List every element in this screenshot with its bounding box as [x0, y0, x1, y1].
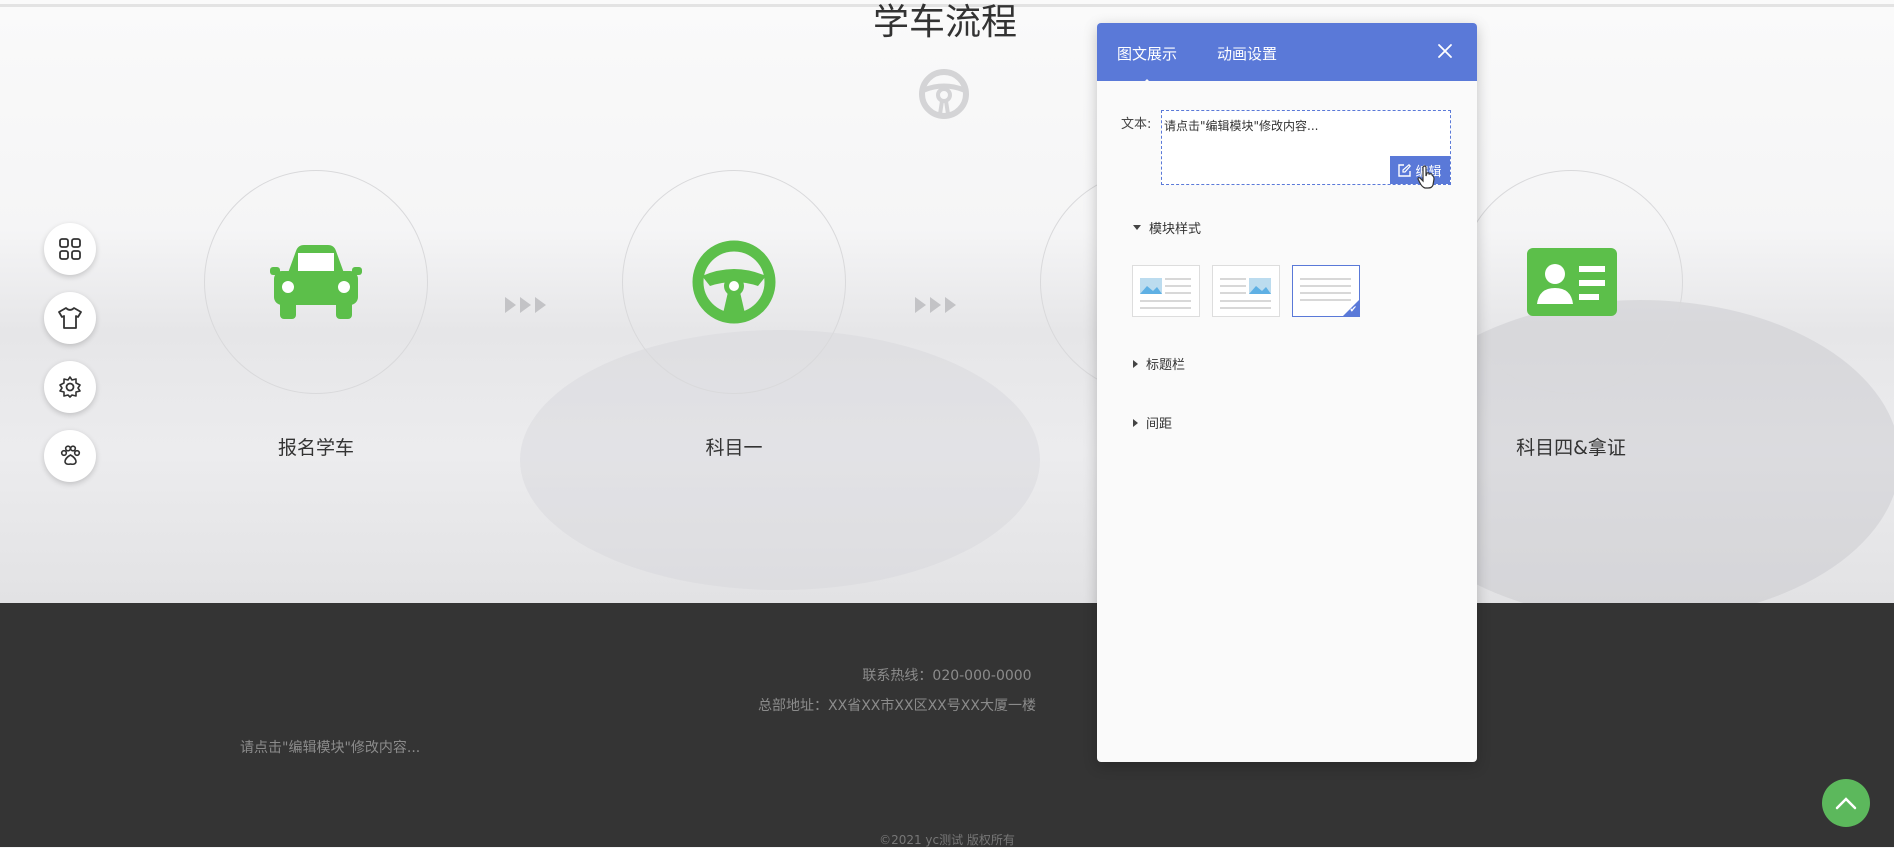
step-label: 科目一: [705, 437, 763, 459]
footer-edit-hint: 请点击"编辑模块"修改内容...: [240, 740, 421, 756]
style-option-text-only[interactable]: ✔: [1292, 265, 1360, 317]
chevron-up-icon: [1835, 797, 1857, 810]
panel-header: 图文展示 动画设置: [1097, 23, 1477, 86]
close-icon[interactable]: [1437, 43, 1453, 59]
toolbar-settings-button[interactable]: [44, 361, 96, 413]
check-icon: ✔: [1349, 305, 1357, 315]
title-bar-label: 标题栏: [1146, 358, 1186, 373]
style-option-image-left[interactable]: [1132, 265, 1200, 317]
back-to-top-button[interactable]: [1822, 779, 1870, 827]
footer-address: 总部地址：XX省XX市XX区XX号XX大厦一楼: [758, 698, 1036, 714]
image-right-layout-icon: [1220, 278, 1271, 309]
footer-copyright: ©2021 yc测试 版权所有: [879, 833, 1015, 847]
step-arrows: [505, 297, 546, 313]
process-section: 学车流程 报名学车 科目一 科目四&拿证: [0, 0, 1894, 603]
text-field-label: 文本:: [1121, 117, 1152, 132]
tab-image-text[interactable]: 图文展示: [1117, 43, 1177, 86]
grid-icon: [59, 238, 81, 260]
caret-right-icon: [1133, 359, 1138, 368]
section-title: 学车流程: [872, 2, 1017, 43]
text-content-value: 请点击"编辑模块"修改内容...: [1164, 119, 1319, 133]
id-card-icon: [1527, 248, 1617, 316]
spacing-toggle[interactable]: 间距: [1133, 413, 1172, 432]
footer-hotline: 联系热线：020-000-0000: [862, 668, 1032, 684]
module-style-toggle[interactable]: 模块样式: [1133, 218, 1201, 237]
paw-icon: [60, 445, 81, 466]
hand-cursor-icon: [1417, 165, 1435, 189]
style-option-image-right[interactable]: [1212, 265, 1280, 317]
image-left-layout-icon: [1140, 278, 1191, 309]
tab-animation[interactable]: 动画设置: [1217, 43, 1277, 64]
caret-right-icon: [1133, 418, 1138, 427]
car-icon: [270, 245, 362, 319]
edit-icon: [1398, 163, 1412, 177]
shirt-icon: [58, 307, 82, 329]
text-content-box[interactable]: 请点击"编辑模块"修改内容... 编辑: [1161, 110, 1451, 185]
steering-wheel-icon: [919, 69, 969, 119]
footer: 联系热线：020-000-0000 总部地址：XX省XX市XX区XX号XX大厦一…: [0, 603, 1894, 847]
module-style-label: 模块样式: [1149, 222, 1202, 237]
toolbar-grid-button[interactable]: [44, 223, 96, 275]
toolbar-paw-button[interactable]: [44, 430, 96, 482]
caret-down-icon: [1133, 225, 1141, 230]
step-arrows: [915, 297, 956, 313]
step-label: 报名学车: [277, 437, 354, 459]
toolbar-theme-button[interactable]: [44, 292, 96, 344]
gear-icon: [59, 376, 81, 398]
title-bar-toggle[interactable]: 标题栏: [1133, 354, 1185, 373]
spacing-label: 间距: [1146, 417, 1173, 432]
step-label: 科目四&拿证: [1516, 437, 1626, 459]
steering-wheel-icon: [692, 240, 776, 324]
module-editor-panel: 图文展示 动画设置 文本: 请点击"编辑模块"修改内容... 编辑 模块样式 ✔…: [1097, 23, 1477, 762]
